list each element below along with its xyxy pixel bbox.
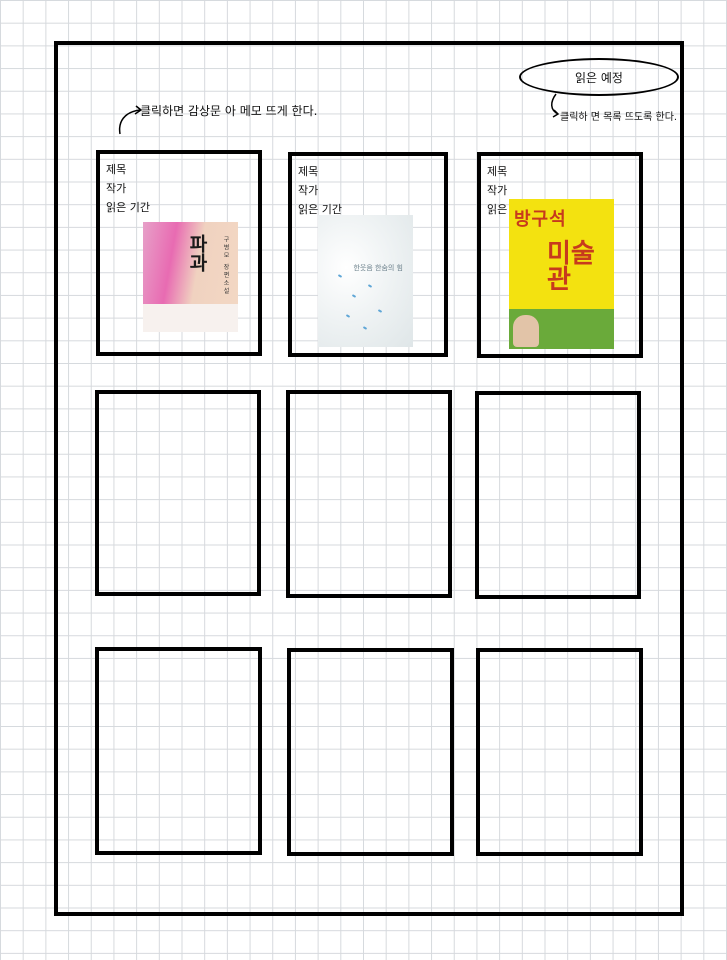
book-card-empty[interactable] <box>476 648 643 856</box>
book-title-label: 제목 <box>298 165 319 178</box>
cover-title-top: 방구석 <box>514 209 567 230</box>
petal-shape <box>367 284 373 288</box>
book-cover-image[interactable]: 방구석 미술관 <box>509 199 614 349</box>
book-card-empty[interactable] <box>475 391 641 599</box>
cover-title: 파과 <box>186 234 208 272</box>
book-author-label: 작가 <box>298 184 319 197</box>
book-meta: 제목 작가 읽은 기간 <box>106 160 150 217</box>
petal-shape <box>345 314 351 318</box>
to-read-button[interactable]: 읽은 예정 <box>519 58 679 96</box>
cover-title-bottom: 미술관 <box>547 239 595 295</box>
book-author-label: 작가 <box>487 184 508 197</box>
note-click-review: 클릭하면 감상문 아 메모 뜨게 한다. <box>140 104 318 118</box>
petal-shape <box>351 294 357 298</box>
book-author-label: 작가 <box>106 182 127 195</box>
petal-shape <box>362 326 368 330</box>
book-meta: 제목 작가 읽은 기간 <box>298 162 342 219</box>
book-cover-image[interactable]: 파과 구병모 장편소설 <box>143 222 238 332</box>
note-click-list: 클릭하 면 목록 뜨도록 한다. <box>560 112 678 123</box>
cover-band <box>143 304 238 332</box>
book-period-label: 읽은 기간 <box>106 201 150 214</box>
book-cover-image[interactable]: 한웃음 한숨의 힘 <box>318 215 413 347</box>
book-card-empty[interactable] <box>95 647 262 855</box>
book-title-label: 제목 <box>106 163 127 176</box>
cover-title: 한웃음 한숨의 힘 <box>353 264 403 272</box>
petal-shape <box>377 309 383 313</box>
book-card-empty[interactable] <box>286 390 452 598</box>
book-card-empty[interactable] <box>287 648 454 856</box>
book-card-empty[interactable] <box>95 390 261 596</box>
petal-shape <box>337 274 343 278</box>
author-photo <box>513 315 539 347</box>
cover-subtitle: 구병모 장편소설 <box>222 236 229 296</box>
book-title-label: 제목 <box>487 165 508 178</box>
